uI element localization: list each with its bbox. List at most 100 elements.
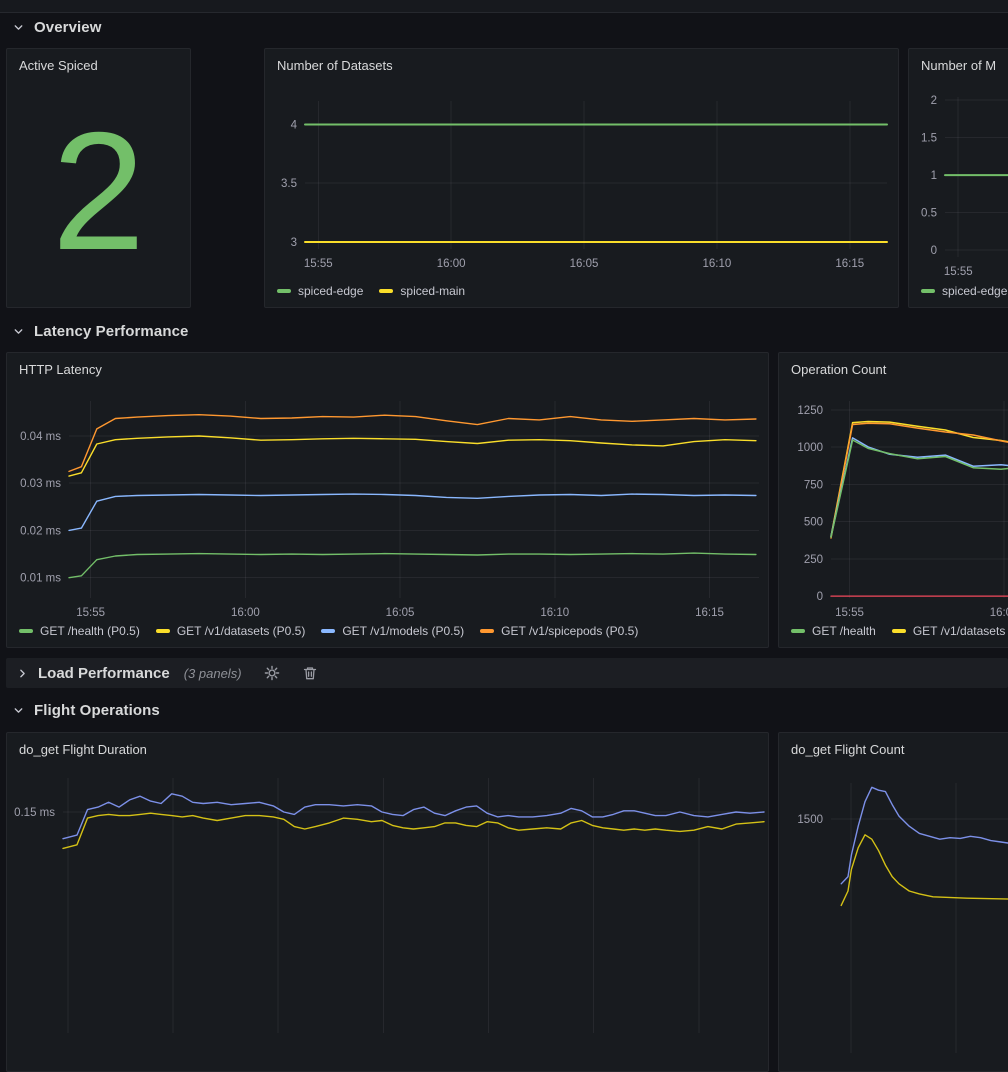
legend-label: GET /v1/models (P0.5) — [342, 624, 464, 638]
legend-label: spiced-main — [400, 284, 465, 298]
svg-text:2: 2 — [931, 95, 937, 107]
svg-text:500: 500 — [804, 517, 823, 529]
svg-text:4: 4 — [291, 119, 298, 131]
panel-title[interactable]: Active Spiced — [7, 49, 190, 73]
svg-text:16:10: 16:10 — [703, 258, 732, 270]
svg-text:1250: 1250 — [797, 405, 823, 417]
svg-text:0: 0 — [931, 245, 937, 257]
legend-item[interactable]: spiced-main — [379, 284, 465, 298]
svg-text:0.5: 0.5 — [921, 208, 937, 220]
chart-legend: GET /health (P0.5) GET /v1/datasets (P0.5… — [19, 624, 638, 638]
models-chart[interactable]: 15:5516:0000.511.52 — [909, 49, 1008, 308]
svg-text:16:05: 16:05 — [386, 607, 415, 619]
svg-text:16:00: 16:00 — [990, 607, 1008, 619]
legend-label: GET /v1/datasets (P0.5) — [177, 624, 306, 638]
panel-do-get-flight-duration: do_get Flight Duration 0.15 ms — [6, 732, 769, 1072]
legend-swatch — [921, 289, 935, 293]
svg-text:1000: 1000 — [797, 442, 823, 454]
section-header-latency-performance[interactable]: Latency Performance — [12, 319, 188, 343]
legend-label: GET /health — [812, 624, 876, 638]
svg-text:750: 750 — [804, 479, 823, 491]
svg-text:15:55: 15:55 — [76, 607, 105, 619]
panel-title[interactable]: do_get Flight Count — [779, 733, 1008, 757]
stat-value: 2 — [7, 75, 190, 307]
svg-text:3: 3 — [291, 237, 297, 249]
panel-title[interactable]: Operation Count — [779, 353, 1008, 377]
svg-text:16:15: 16:15 — [695, 607, 724, 619]
section-title: Load Performance — [38, 665, 170, 682]
legend-item[interactable]: GET /v1/datasets — [892, 624, 1006, 638]
legend-item[interactable]: GET /v1/spicepods (P0.5) — [480, 624, 638, 638]
svg-text:1: 1 — [931, 170, 937, 182]
svg-text:15:55: 15:55 — [835, 607, 864, 619]
section-header-overview[interactable]: Overview — [12, 15, 102, 39]
svg-text:0.03 ms: 0.03 ms — [20, 478, 61, 490]
chart-legend: GET /health GET /v1/datasets — [791, 624, 1005, 638]
panel-active-spiced: Active Spiced 2 — [6, 48, 191, 308]
chevron-right-icon — [16, 667, 29, 680]
legend-item[interactable]: GET /health — [791, 624, 876, 638]
http-latency-chart[interactable]: 15:55 16:00 16:05 16:10 16:15 0.01 ms 0.02 ms 0… — [7, 353, 769, 648]
top-nav-strip — [0, 0, 1008, 13]
svg-text:16:15: 16:15 — [835, 258, 864, 270]
panel-title[interactable]: do_get Flight Duration — [7, 733, 768, 757]
legend-item[interactable]: GET /v1/models (P0.5) — [321, 624, 464, 638]
panel-number-of-models: Number of M 15:5516:0000.511.52 spiced-e… — [908, 48, 1008, 308]
legend-item[interactable]: spiced-edge — [921, 284, 1007, 298]
svg-text:0.01 ms: 0.01 ms — [20, 573, 61, 585]
gear-icon[interactable] — [264, 665, 280, 681]
legend-swatch — [277, 289, 291, 293]
legend-swatch — [791, 629, 805, 633]
chevron-down-icon — [12, 704, 25, 717]
legend-swatch — [19, 629, 33, 633]
panel-http-latency: HTTP Latency 15:55 16:00 16:05 16:10 16:15 0.… — [6, 352, 769, 648]
legend-swatch — [156, 629, 170, 633]
panel-count-label: (3 panels) — [184, 666, 242, 681]
svg-text:16:10: 16:10 — [540, 607, 569, 619]
panel-do-get-flight-count: do_get Flight Count 1500 — [778, 732, 1008, 1072]
panel-operation-count: Operation Count 15:5516:0016:05025050075… — [778, 352, 1008, 648]
chart-legend: spiced-edge — [921, 284, 1007, 298]
chevron-down-icon — [12, 325, 25, 338]
legend-label: spiced-edge — [298, 284, 363, 298]
legend-swatch — [480, 629, 494, 633]
flight-count-chart[interactable]: 1500 — [779, 733, 1008, 1072]
chart-legend: spiced-edge spiced-main — [277, 284, 465, 298]
legend-item[interactable]: GET /v1/datasets (P0.5) — [156, 624, 306, 638]
section-header-load-performance[interactable]: Load Performance (3 panels) — [6, 658, 1008, 688]
svg-text:1.5: 1.5 — [921, 133, 937, 145]
svg-text:0.15 ms: 0.15 ms — [14, 807, 55, 819]
svg-text:0: 0 — [817, 591, 823, 603]
panel-title[interactable]: Number of M — [909, 49, 1008, 73]
legend-item[interactable]: GET /health (P0.5) — [19, 624, 140, 638]
section-title: Latency Performance — [34, 323, 188, 340]
chevron-down-icon — [12, 21, 25, 34]
grafana-dashboard: { "window": { "bg": "#111217", "topbar_b… — [0, 0, 1008, 849]
legend-item[interactable]: spiced-edge — [277, 284, 363, 298]
legend-label: GET /v1/spicepods (P0.5) — [501, 624, 638, 638]
panel-title[interactable]: Number of Datasets — [265, 49, 898, 73]
flight-duration-chart[interactable]: 0.15 ms — [7, 733, 769, 1072]
legend-label: GET /health (P0.5) — [40, 624, 140, 638]
legend-swatch — [892, 629, 906, 633]
legend-swatch — [321, 629, 335, 633]
panel-number-of-datasets: Number of Datasets 15:5516:0016:0516:101… — [264, 48, 899, 308]
legend-swatch — [379, 289, 393, 293]
svg-text:3.5: 3.5 — [281, 178, 297, 190]
section-title: Flight Operations — [34, 702, 160, 719]
svg-text:0.02 ms: 0.02 ms — [20, 525, 61, 537]
operation-count-chart[interactable]: 15:5516:0016:05025050075010001250 — [779, 353, 1008, 648]
legend-label: spiced-edge — [942, 284, 1007, 298]
svg-text:1500: 1500 — [797, 814, 823, 826]
svg-text:0.04 ms: 0.04 ms — [20, 431, 61, 443]
section-header-flight-operations[interactable]: Flight Operations — [12, 698, 160, 722]
svg-text:16:00: 16:00 — [231, 607, 260, 619]
panel-title[interactable]: HTTP Latency — [7, 353, 768, 377]
svg-text:15:55: 15:55 — [944, 266, 973, 278]
datasets-chart[interactable]: 15:5516:0016:0516:1016:1533.54 — [265, 49, 899, 308]
legend-label: GET /v1/datasets — [913, 624, 1006, 638]
trash-icon[interactable] — [302, 665, 318, 681]
svg-text:16:05: 16:05 — [570, 258, 599, 270]
section-title: Overview — [34, 19, 102, 36]
svg-text:16:00: 16:00 — [437, 258, 466, 270]
